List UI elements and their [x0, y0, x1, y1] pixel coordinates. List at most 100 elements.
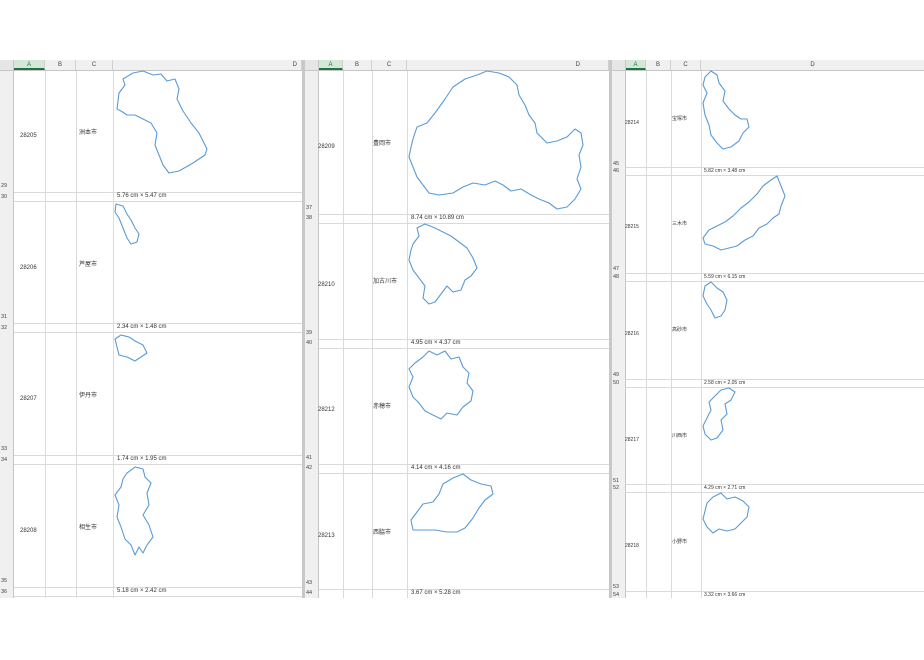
gridline [671, 71, 672, 598]
shape-dimensions-text: 5.18 cm × 2.42 cm [117, 588, 167, 594]
city-name-cell[interactable]: 洲本市 [79, 127, 97, 136]
row-number[interactable]: 33 [1, 446, 7, 452]
city-code-cell[interactable]: 28214 [625, 120, 639, 126]
row-number[interactable]: 49 [613, 372, 619, 378]
row-number[interactable]: 44 [306, 590, 312, 596]
city-code-cell[interactable]: 28208 [20, 528, 37, 534]
city-name-cell[interactable]: 赤穂市 [373, 401, 391, 410]
column-header-c[interactable]: C [372, 60, 407, 70]
city-name-cell[interactable]: 三木市 [672, 220, 687, 227]
column-header-c[interactable]: C [76, 60, 113, 70]
column-header-d[interactable]: D [407, 60, 609, 70]
column-header-a[interactable]: A [626, 60, 646, 70]
city-code-cell[interactable]: 28215 [625, 224, 639, 230]
column-header-d[interactable]: D [113, 60, 302, 70]
gridline [343, 71, 344, 598]
city-boundary-shape[interactable] [701, 70, 756, 156]
city-name-cell[interactable]: 高砂市 [672, 326, 687, 333]
city-name-cell[interactable]: 西脇市 [373, 527, 391, 536]
row-number[interactable]: 43 [306, 580, 312, 586]
city-name-cell[interactable]: 小野市 [672, 538, 687, 545]
city-name-cell[interactable]: 加古川市 [373, 276, 397, 285]
city-code-cell[interactable]: 28216 [625, 331, 639, 337]
city-boundary-shape[interactable] [113, 70, 213, 181]
city-boundary-shape[interactable] [407, 473, 502, 539]
gridline [626, 492, 924, 493]
select-all-triangle-icon[interactable] [0, 60, 14, 70]
row-number[interactable]: 32 [1, 325, 7, 331]
row-number[interactable]: 52 [613, 485, 619, 491]
row-number[interactable]: 35 [1, 578, 7, 584]
city-code-cell[interactable]: 28210 [318, 282, 335, 288]
sheet-pane-2[interactable]: A B C D 37 38 28209 豊岡市 8.74 cm × 10.89 … [305, 60, 609, 598]
row-number[interactable]: 36 [1, 589, 7, 595]
city-name-cell[interactable]: 豊岡市 [373, 138, 391, 147]
row-number[interactable]: 45 [613, 161, 619, 167]
row-number[interactable]: 47 [613, 266, 619, 272]
city-name-cell[interactable]: 芦屋市 [79, 259, 97, 268]
city-boundary-shape[interactable] [701, 492, 756, 538]
row-number[interactable]: 51 [613, 478, 619, 484]
city-code-cell[interactable]: 28205 [20, 133, 37, 139]
city-boundary-shape[interactable] [113, 333, 153, 365]
row-number[interactable]: 46 [613, 168, 619, 174]
row-number[interactable]: 41 [306, 455, 312, 461]
column-header-b[interactable]: B [343, 60, 372, 70]
city-code-cell[interactable]: 28218 [625, 543, 639, 549]
gridline [626, 281, 924, 282]
city-boundary-shape[interactable] [407, 223, 487, 309]
column-header-b[interactable]: B [45, 60, 76, 70]
city-code-cell[interactable]: 28213 [318, 533, 335, 539]
city-name-cell[interactable]: 宝塚市 [672, 115, 687, 122]
row-number[interactable]: 42 [306, 465, 312, 471]
city-code-cell[interactable]: 28209 [318, 144, 335, 150]
city-boundary-shape[interactable] [701, 387, 746, 448]
column-header-d[interactable]: D [701, 60, 924, 70]
row-number[interactable]: 34 [1, 457, 7, 463]
row-number[interactable]: 30 [1, 194, 7, 200]
gridline [76, 71, 77, 598]
shape-dimensions-text: 4.14 cm × 4.16 cm [411, 465, 461, 471]
city-code-cell[interactable]: 28217 [625, 437, 639, 443]
select-all-triangle-icon[interactable] [612, 60, 626, 70]
shape-dimensions-text: 2.34 cm × 1.48 cm [117, 324, 167, 330]
row-number[interactable]: 29 [1, 183, 7, 189]
city-code-cell[interactable]: 28207 [20, 396, 37, 402]
row-number[interactable]: 37 [306, 205, 312, 211]
city-name-cell[interactable]: 川西市 [672, 432, 687, 439]
city-name-cell[interactable]: 伊丹市 [79, 390, 97, 399]
city-code-cell[interactable]: 28212 [318, 407, 335, 413]
gridline [14, 201, 302, 202]
gridline [372, 71, 373, 598]
row-number[interactable]: 48 [613, 274, 619, 280]
row-number[interactable]: 40 [306, 340, 312, 346]
city-name-cell[interactable]: 相生市 [79, 522, 97, 531]
column-header-a[interactable]: A [14, 60, 45, 70]
row-number[interactable]: 53 [613, 584, 619, 590]
city-boundary-shape[interactable] [701, 175, 796, 256]
city-boundary-shape[interactable] [407, 349, 482, 424]
row-number[interactable]: 54 [613, 592, 619, 598]
row-number[interactable]: 38 [306, 215, 312, 221]
column-header-c[interactable]: C [671, 60, 701, 70]
select-all-triangle-icon[interactable] [305, 60, 319, 70]
gridline [14, 332, 302, 333]
city-boundary-shape[interactable] [407, 70, 587, 216]
city-boundary-shape[interactable] [113, 465, 158, 557]
gridline [626, 484, 924, 485]
shape-dimensions-text: 3.32 cm × 3.66 cm [704, 592, 746, 598]
shape-dimensions-text: 4.29 cm × 2.71 cm [704, 485, 746, 491]
shape-dimensions-text: 5.82 cm × 3.48 cm [704, 168, 746, 174]
column-header-b[interactable]: B [646, 60, 671, 70]
row-number[interactable]: 50 [613, 380, 619, 386]
column-header-a[interactable]: A [319, 60, 343, 70]
sheet-pane-3[interactable]: A B C D 45 46 28214 宝塚市 5.82 cm × 3.48 c… [612, 60, 924, 598]
sheet-pane-1[interactable]: A B C D 29 30 28205 洲本市 5.76 cm × 5.47 c… [0, 60, 302, 598]
city-boundary-shape[interactable] [113, 202, 153, 252]
row-number[interactable]: 39 [306, 330, 312, 336]
city-code-cell[interactable]: 28206 [20, 265, 37, 271]
city-boundary-shape[interactable] [701, 281, 736, 324]
row-number[interactable]: 31 [1, 314, 7, 320]
gridline [45, 71, 46, 598]
gridline [626, 379, 924, 380]
